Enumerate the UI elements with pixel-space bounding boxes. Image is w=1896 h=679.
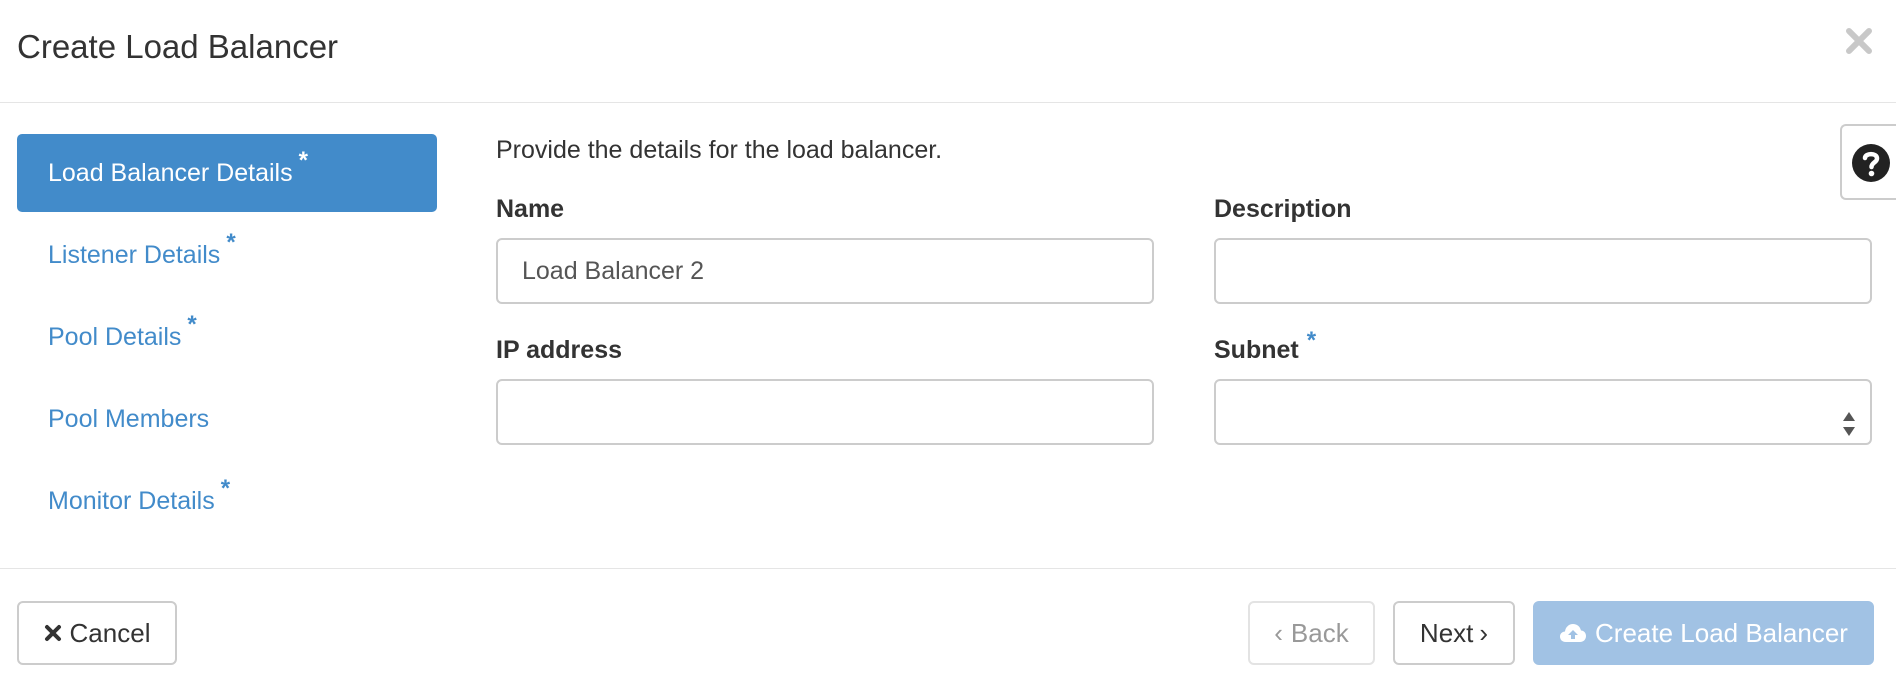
chevron-right-icon: › bbox=[1479, 617, 1489, 648]
nav-step-label: Listener Details bbox=[48, 241, 221, 269]
name-input[interactable] bbox=[496, 238, 1154, 304]
name-label: Name bbox=[496, 195, 565, 223]
create-load-balancer-button[interactable]: Create Load Balancer bbox=[1533, 601, 1874, 665]
subnet-label: Subnet * bbox=[1214, 327, 1317, 364]
question-circle-icon bbox=[1852, 144, 1890, 182]
ip-address-field-group: IP address bbox=[496, 335, 1154, 445]
ip-address-label: IP address bbox=[496, 336, 623, 364]
cancel-button-label: Cancel bbox=[69, 617, 151, 648]
next-button-label: Next bbox=[1419, 617, 1474, 648]
required-mark: * bbox=[187, 311, 197, 338]
nav-step-monitor-details[interactable]: Monitor Details * bbox=[17, 462, 437, 540]
required-mark: * bbox=[220, 475, 231, 502]
description-input[interactable] bbox=[1214, 238, 1872, 304]
subnet-select[interactable] bbox=[1214, 379, 1872, 445]
required-mark: * bbox=[1306, 327, 1317, 354]
times-icon bbox=[44, 624, 62, 642]
nav-step-pool-members[interactable]: Pool Members bbox=[17, 380, 437, 458]
form-intro-text: Provide the details for the load balance… bbox=[496, 136, 943, 164]
dialog-title: Create Load Balancer bbox=[17, 28, 339, 65]
description-label: Description bbox=[1214, 195, 1352, 223]
required-mark: * bbox=[298, 147, 308, 174]
select-arrows-icon bbox=[1843, 412, 1855, 436]
name-field-group: Name bbox=[496, 194, 1154, 304]
cloud-upload-icon bbox=[1559, 622, 1587, 644]
cancel-button[interactable]: Cancel bbox=[17, 601, 177, 665]
description-field-group: Description bbox=[1214, 194, 1872, 304]
nav-step-label: Pool Members bbox=[48, 405, 210, 433]
create-button-label: Create Load Balancer bbox=[1595, 617, 1848, 648]
modal-header: Create Load Balancer bbox=[0, 0, 1896, 103]
close-icon bbox=[1846, 28, 1872, 54]
subnet-field-group: Subnet * bbox=[1214, 327, 1872, 445]
close-button[interactable] bbox=[1840, 22, 1878, 60]
modal-footer: Cancel ‹ Back Next › Create Load Balance… bbox=[0, 568, 1896, 679]
nav-step-listener-details[interactable]: Listener Details * bbox=[17, 216, 437, 294]
nav-step-label: Load Balancer Details bbox=[48, 159, 293, 187]
ip-address-input[interactable] bbox=[496, 379, 1154, 445]
nav-step-load-balancer-details[interactable]: Load Balancer Details * bbox=[17, 134, 437, 212]
chevron-left-icon: ‹ bbox=[1274, 617, 1283, 648]
help-button[interactable] bbox=[1840, 124, 1896, 200]
next-button[interactable]: Next › bbox=[1393, 601, 1515, 665]
nav-step-pool-details[interactable]: Pool Details * bbox=[17, 298, 437, 376]
nav-step-label: Pool Details bbox=[48, 323, 182, 351]
wizard-steps-nav: Load Balancer Details * Listener Details *… bbox=[17, 134, 437, 544]
back-button-label: Back bbox=[1290, 617, 1349, 648]
back-button[interactable]: ‹ Back bbox=[1248, 601, 1375, 665]
nav-step-label: Monitor Details bbox=[48, 487, 215, 515]
create-load-balancer-dialog: Create Load Balancer Load Balancer Detai… bbox=[0, 0, 1896, 679]
subnet-select-wrapper bbox=[1214, 379, 1872, 445]
required-mark: * bbox=[226, 229, 236, 256]
